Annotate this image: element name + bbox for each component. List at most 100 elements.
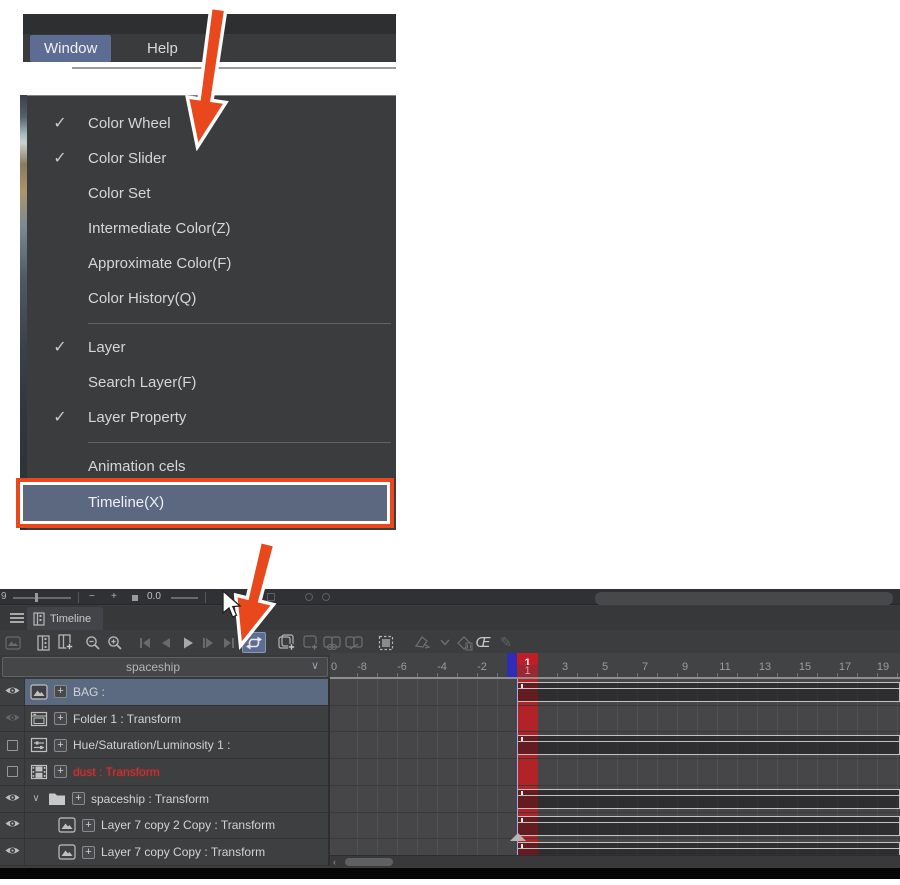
previous-frame-icon[interactable] <box>157 634 175 651</box>
eye-icon[interactable] <box>4 790 21 808</box>
eye-icon[interactable] <box>4 710 21 728</box>
zoom-out-icon[interactable] <box>84 634 102 651</box>
mini-icon[interactable] <box>322 593 330 601</box>
specify-cels-icon[interactable] <box>377 634 395 651</box>
layer-row[interactable]: + BAG : <box>0 679 328 706</box>
layer-row-content[interactable]: + Hue/Saturation/Luminosity 1 : <box>25 732 328 758</box>
eye-icon[interactable] <box>4 816 21 834</box>
zoom-in-icon[interactable] <box>106 634 124 651</box>
layer-visibility-cell[interactable] <box>0 732 25 759</box>
frame-thumbnail-icon[interactable] <box>4 634 22 651</box>
layer-row[interactable]: + Hue/Saturation/Luminosity 1 : <box>0 732 328 760</box>
panel-menu-icon[interactable] <box>10 613 24 624</box>
mini-toolbar: 9 − + 0.0 <box>0 589 900 605</box>
expand-plus-icon[interactable]: + <box>54 685 67 699</box>
layer-row-content[interactable]: ∨ + spaceship : Transform <box>25 786 328 812</box>
layer-visibility-cell[interactable] <box>0 705 25 732</box>
layer-row[interactable]: ∨ + spaceship : Transform <box>0 785 328 813</box>
menu-window[interactable]: Window <box>30 35 112 62</box>
enable-cel-link-icon[interactable] <box>323 634 341 651</box>
clip-bar[interactable] <box>517 788 900 809</box>
layer-row-content[interactable]: + Layer 7 copy 2 Copy : Transform <box>25 813 328 839</box>
plus-button[interactable]: + <box>111 591 117 602</box>
menu-item-search-layer-f-[interactable]: Search Layer(F) <box>27 365 396 400</box>
check-icon: ✓ <box>53 115 67 132</box>
expand-plus-icon[interactable]: + <box>82 818 95 832</box>
play-icon[interactable] <box>179 634 197 651</box>
mini-slider-2[interactable] <box>171 597 198 599</box>
expand-plus-icon[interactable]: + <box>82 845 95 859</box>
frame-ruler[interactable]: 1 1 0 -8 -6 -4 -2 3 5 7 9 11 13 15 17 19 <box>330 653 900 679</box>
tab-timeline[interactable]: Timeline <box>27 607 103 630</box>
menu-item-layer[interactable]: ✓ Layer <box>27 330 396 365</box>
layer-visibility-cell[interactable] <box>0 679 25 705</box>
correct-line-icon[interactable]: ✎ <box>497 634 515 651</box>
menu-item-layer-property[interactable]: ✓ Layer Property <box>27 400 396 435</box>
layer-row-content[interactable]: + dust : Transform <box>25 759 328 785</box>
clip-bar[interactable] <box>517 735 900 756</box>
menu-item-color-history-q-[interactable]: Color History(Q) <box>27 281 396 316</box>
clip-bar[interactable] <box>517 842 900 855</box>
mini-slider-thumb[interactable] <box>35 593 38 602</box>
layer-row[interactable]: + Folder 1 : Transform <box>0 705 328 733</box>
clip-selector[interactable]: spaceship ∨ <box>2 657 328 677</box>
layer-visibility-cell[interactable] <box>0 812 25 839</box>
layer-row[interactable]: + dust : Transform <box>0 759 328 786</box>
next-frame-icon[interactable] <box>199 634 217 651</box>
scrollbar-thumb[interactable] <box>345 858 393 866</box>
track-area[interactable] <box>330 679 900 855</box>
eye-icon[interactable] <box>4 683 21 701</box>
playhead-frame-label[interactable]: 1 <box>517 653 538 669</box>
menu-item-color-set[interactable]: Color Set <box>27 176 396 211</box>
minus-button[interactable]: − <box>89 591 95 602</box>
layer-visibility-cell[interactable] <box>0 839 25 865</box>
expand-plus-icon[interactable]: + <box>54 765 67 779</box>
release-cel-link-icon[interactable] <box>345 634 363 651</box>
expand-plus-icon[interactable]: + <box>72 792 85 806</box>
layer-row-content[interactable]: + BAG : <box>25 679 328 705</box>
layer-row-content[interactable]: + Layer 7 copy Copy : Transform <box>25 839 328 865</box>
eye-icon[interactable] <box>4 843 21 861</box>
layer-row[interactable]: + Layer 7 copy 2 Copy : Transform <box>0 812 328 840</box>
scroll-left-icon[interactable]: ‹ <box>333 856 336 868</box>
menu-item-label: Color Wheel <box>88 115 171 132</box>
highlight-annotation-box: Timeline(X) <box>16 478 394 528</box>
menu-item-timeline[interactable]: Timeline(X) <box>23 485 387 521</box>
onion-skin-icon[interactable] <box>413 634 431 651</box>
visibility-checkbox[interactable] <box>6 766 18 778</box>
clip-bar[interactable] <box>517 682 900 702</box>
track-row[interactable] <box>330 813 900 840</box>
track-row[interactable] <box>330 679 900 706</box>
new-timeline-icon[interactable] <box>56 634 74 651</box>
expand-plus-icon[interactable]: + <box>54 738 67 752</box>
expand-chevron-icon[interactable]: ∨ <box>30 793 42 804</box>
skip-to-start-icon[interactable] <box>136 634 154 651</box>
mini-slider[interactable] <box>13 597 71 599</box>
track-row[interactable] <box>330 759 900 786</box>
layer-visibility-cell[interactable] <box>0 785 25 812</box>
track-row[interactable] <box>330 732 900 760</box>
menu-item-intermediate-color-z-[interactable]: Intermediate Color(Z) <box>27 211 396 246</box>
clip-bar[interactable] <box>517 815 900 836</box>
layer-row-content[interactable]: + Folder 1 : Transform <box>25 706 328 732</box>
onion-skin-options-icon[interactable] <box>436 634 454 651</box>
show-timeline-icon[interactable] <box>34 634 52 651</box>
layer-row[interactable]: + Layer 7 copy Copy : Transform <box>0 839 328 866</box>
stop-icon[interactable] <box>132 595 138 601</box>
check-placeholder <box>45 281 75 316</box>
layer-visibility-cell[interactable] <box>0 759 25 785</box>
expand-plus-icon[interactable]: + <box>54 712 67 726</box>
track-row[interactable] <box>330 839 900 855</box>
menu-help[interactable]: Help <box>133 35 192 62</box>
new-animation-folder-icon[interactable] <box>301 634 319 651</box>
track-row[interactable] <box>330 786 900 813</box>
new-animation-cel-icon[interactable] <box>278 634 296 651</box>
horizontal-scrollbar[interactable]: ‹ <box>330 855 900 867</box>
visibility-checkbox[interactable] <box>6 739 18 751</box>
menu-separator <box>27 435 396 449</box>
delete-cel-icon[interactable] <box>455 634 473 651</box>
track-row[interactable] <box>330 706 900 733</box>
light-table-icon[interactable]: Œ <box>474 634 492 651</box>
menu-item-approximate-color-f-[interactable]: Approximate Color(F) <box>27 246 396 281</box>
mini-icon[interactable] <box>305 593 313 601</box>
